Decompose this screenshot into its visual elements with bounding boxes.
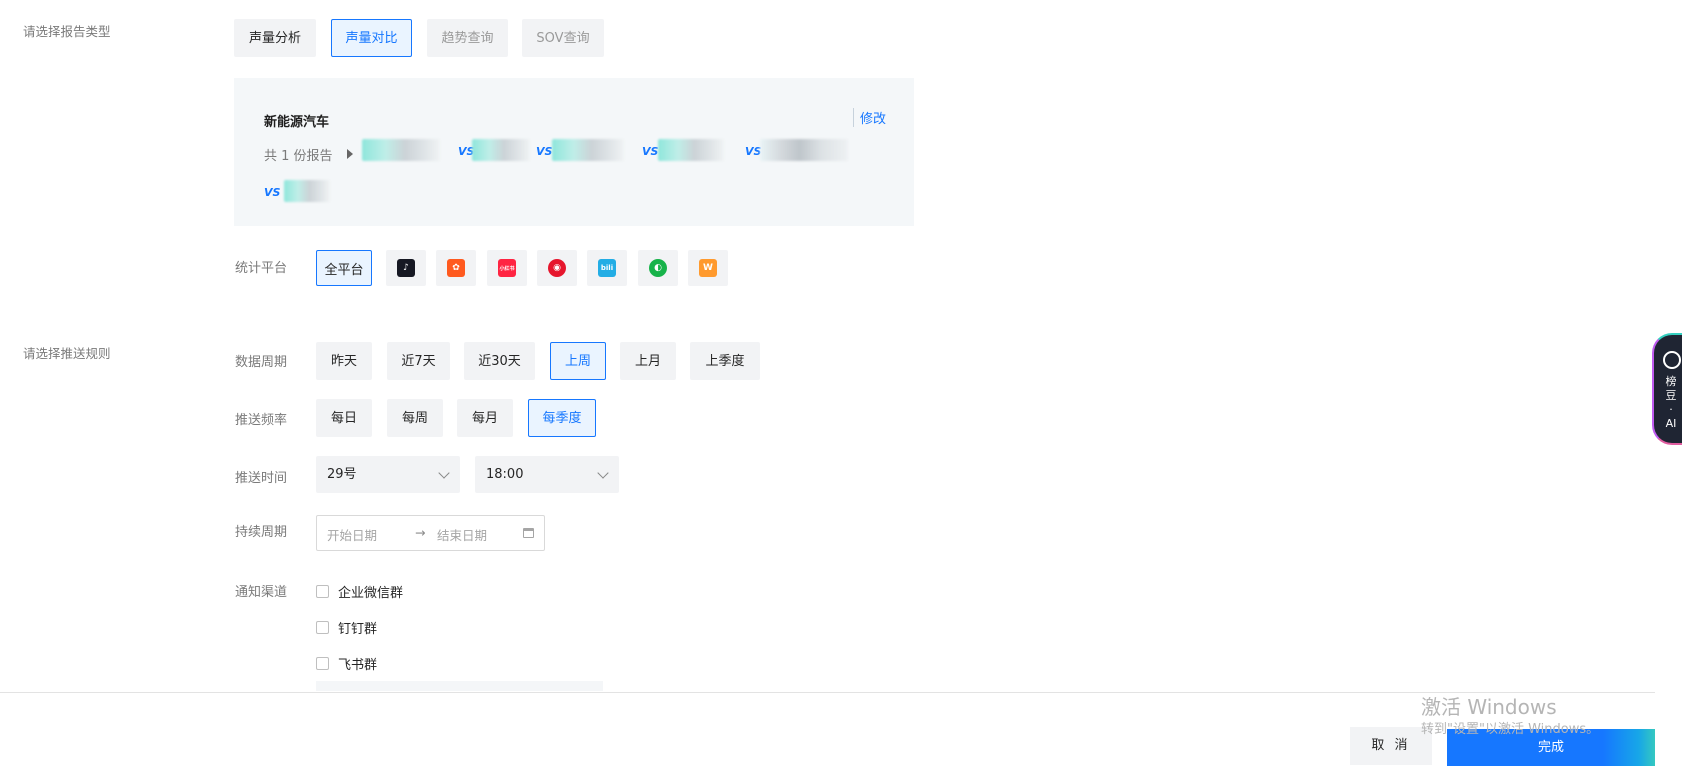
period-yesterday[interactable]: 昨天 bbox=[316, 342, 372, 380]
report-type-section-label: 请选择报告类型 bbox=[23, 24, 111, 39]
vs-label: VS bbox=[264, 186, 281, 199]
channel-feishu-checkbox[interactable] bbox=[316, 657, 329, 670]
redacted-brand-3 bbox=[552, 139, 624, 161]
platform-xiaohongshu-button[interactable]: 小红书 bbox=[487, 250, 527, 286]
kuaishou-icon: ✿ bbox=[447, 259, 465, 277]
channel-feishu-label: 飞书群 bbox=[338, 658, 378, 673]
ai-robot-icon bbox=[1663, 351, 1681, 369]
platform-all-label: 全平台 bbox=[324, 262, 364, 278]
calendar-icon[interactable] bbox=[523, 528, 534, 538]
platform-label: 统计平台 bbox=[235, 261, 288, 276]
platform-media-button[interactable]: W bbox=[688, 250, 728, 286]
report-count-text: 共 1 份报告 bbox=[264, 149, 333, 164]
windows-watermark-subtitle: 转到"设置"以激活 Windows。 bbox=[1421, 722, 1600, 737]
vs-label: VS bbox=[536, 145, 553, 158]
media-icon: W bbox=[699, 259, 717, 277]
push-day-value: 29号 bbox=[327, 467, 357, 482]
redacted-brand-2 bbox=[472, 139, 530, 161]
expand-caret-icon[interactable] bbox=[347, 149, 353, 159]
redacted-brand-5 bbox=[760, 139, 848, 161]
footer-divider bbox=[0, 692, 1655, 693]
bilibili-icon: bili bbox=[598, 259, 616, 277]
push-time-label: 推送时间 bbox=[235, 471, 288, 486]
period-last-week[interactable]: 上周 bbox=[550, 342, 606, 380]
push-hour-select[interactable]: 18:00 bbox=[475, 456, 619, 493]
frequency-daily[interactable]: 每日 bbox=[316, 399, 372, 437]
channel-dingtalk-checkbox[interactable] bbox=[316, 621, 329, 634]
vs-label: VS bbox=[642, 145, 659, 158]
channel-wecom-checkbox[interactable] bbox=[316, 585, 329, 598]
report-type-volume-compare[interactable]: 声量对比 bbox=[331, 19, 412, 57]
redacted-brand-1 bbox=[362, 139, 440, 161]
start-date-input[interactable]: 开始日期 bbox=[327, 525, 377, 544]
chevron-down-icon bbox=[438, 467, 450, 479]
period-last-30-days[interactable]: 近30天 bbox=[464, 342, 535, 380]
redacted-brand-6 bbox=[284, 180, 330, 202]
notify-channel-label: 通知渠道 bbox=[235, 585, 288, 600]
weibo-icon: ◉ bbox=[548, 259, 566, 277]
date-range-picker[interactable]: 开始日期 → 结束日期 bbox=[316, 515, 545, 551]
range-arrow-icon: → bbox=[415, 525, 426, 540]
channel-dingtalk-label: 钉钉群 bbox=[338, 622, 378, 637]
platform-douyin-button[interactable]: ♪ bbox=[386, 250, 426, 286]
push-frequency-label: 推送频率 bbox=[235, 413, 288, 428]
redacted-brand-4 bbox=[658, 139, 724, 161]
channel-wecom-label: 企业微信群 bbox=[338, 586, 404, 601]
platform-wechat-channels-button[interactable]: ◐ bbox=[638, 250, 678, 286]
frequency-quarterly[interactable]: 每季度 bbox=[528, 399, 596, 437]
push-rules-section-label: 请选择推送规则 bbox=[23, 346, 111, 361]
vs-label: VS bbox=[745, 145, 762, 158]
data-period-label: 数据周期 bbox=[235, 355, 288, 370]
platform-all-button[interactable]: 全平台 bbox=[316, 250, 372, 286]
report-summary-card: 新能源汽车 修改 共 1 份报告 VS VS VS VS VS bbox=[234, 78, 914, 226]
push-day-select[interactable]: 29号 bbox=[316, 456, 460, 493]
chevron-down-icon bbox=[597, 467, 609, 479]
period-last-quarter[interactable]: 上季度 bbox=[690, 342, 760, 380]
period-last-7-days[interactable]: 近7天 bbox=[387, 342, 450, 380]
hidden-field-peek bbox=[316, 681, 603, 691]
frequency-weekly[interactable]: 每周 bbox=[387, 399, 443, 437]
douyin-icon: ♪ bbox=[397, 259, 415, 277]
edit-report-link[interactable]: 修改 bbox=[852, 108, 886, 127]
wechat-channels-icon: ◐ bbox=[649, 259, 667, 277]
frequency-monthly[interactable]: 每月 bbox=[457, 399, 513, 437]
xiaohongshu-icon: 小红书 bbox=[498, 259, 516, 277]
report-type-trend-query[interactable]: 趋势查询 bbox=[427, 19, 508, 57]
report-card-title: 新能源汽车 bbox=[264, 115, 330, 130]
platform-kuaishou-button[interactable]: ✿ bbox=[436, 250, 476, 286]
platform-bilibili-button[interactable]: bili bbox=[587, 250, 627, 286]
ai-tab-label: 榜 豆 · AI bbox=[1665, 375, 1677, 430]
push-hour-value: 18:00 bbox=[486, 467, 524, 482]
report-type-volume-analysis[interactable]: 声量分析 bbox=[234, 19, 316, 57]
report-type-sov-query[interactable]: SOV查询 bbox=[522, 19, 604, 57]
end-date-input[interactable]: 结束日期 bbox=[437, 525, 487, 544]
cancel-button[interactable]: 取 消 bbox=[1350, 727, 1432, 765]
duration-label: 持续周期 bbox=[235, 525, 288, 540]
windows-watermark-title: 激活 Windows bbox=[1421, 695, 1557, 719]
period-last-month[interactable]: 上月 bbox=[620, 342, 676, 380]
platform-weibo-button[interactable]: ◉ bbox=[537, 250, 577, 286]
ai-assistant-tab[interactable]: 榜 豆 · AI bbox=[1652, 333, 1682, 445]
